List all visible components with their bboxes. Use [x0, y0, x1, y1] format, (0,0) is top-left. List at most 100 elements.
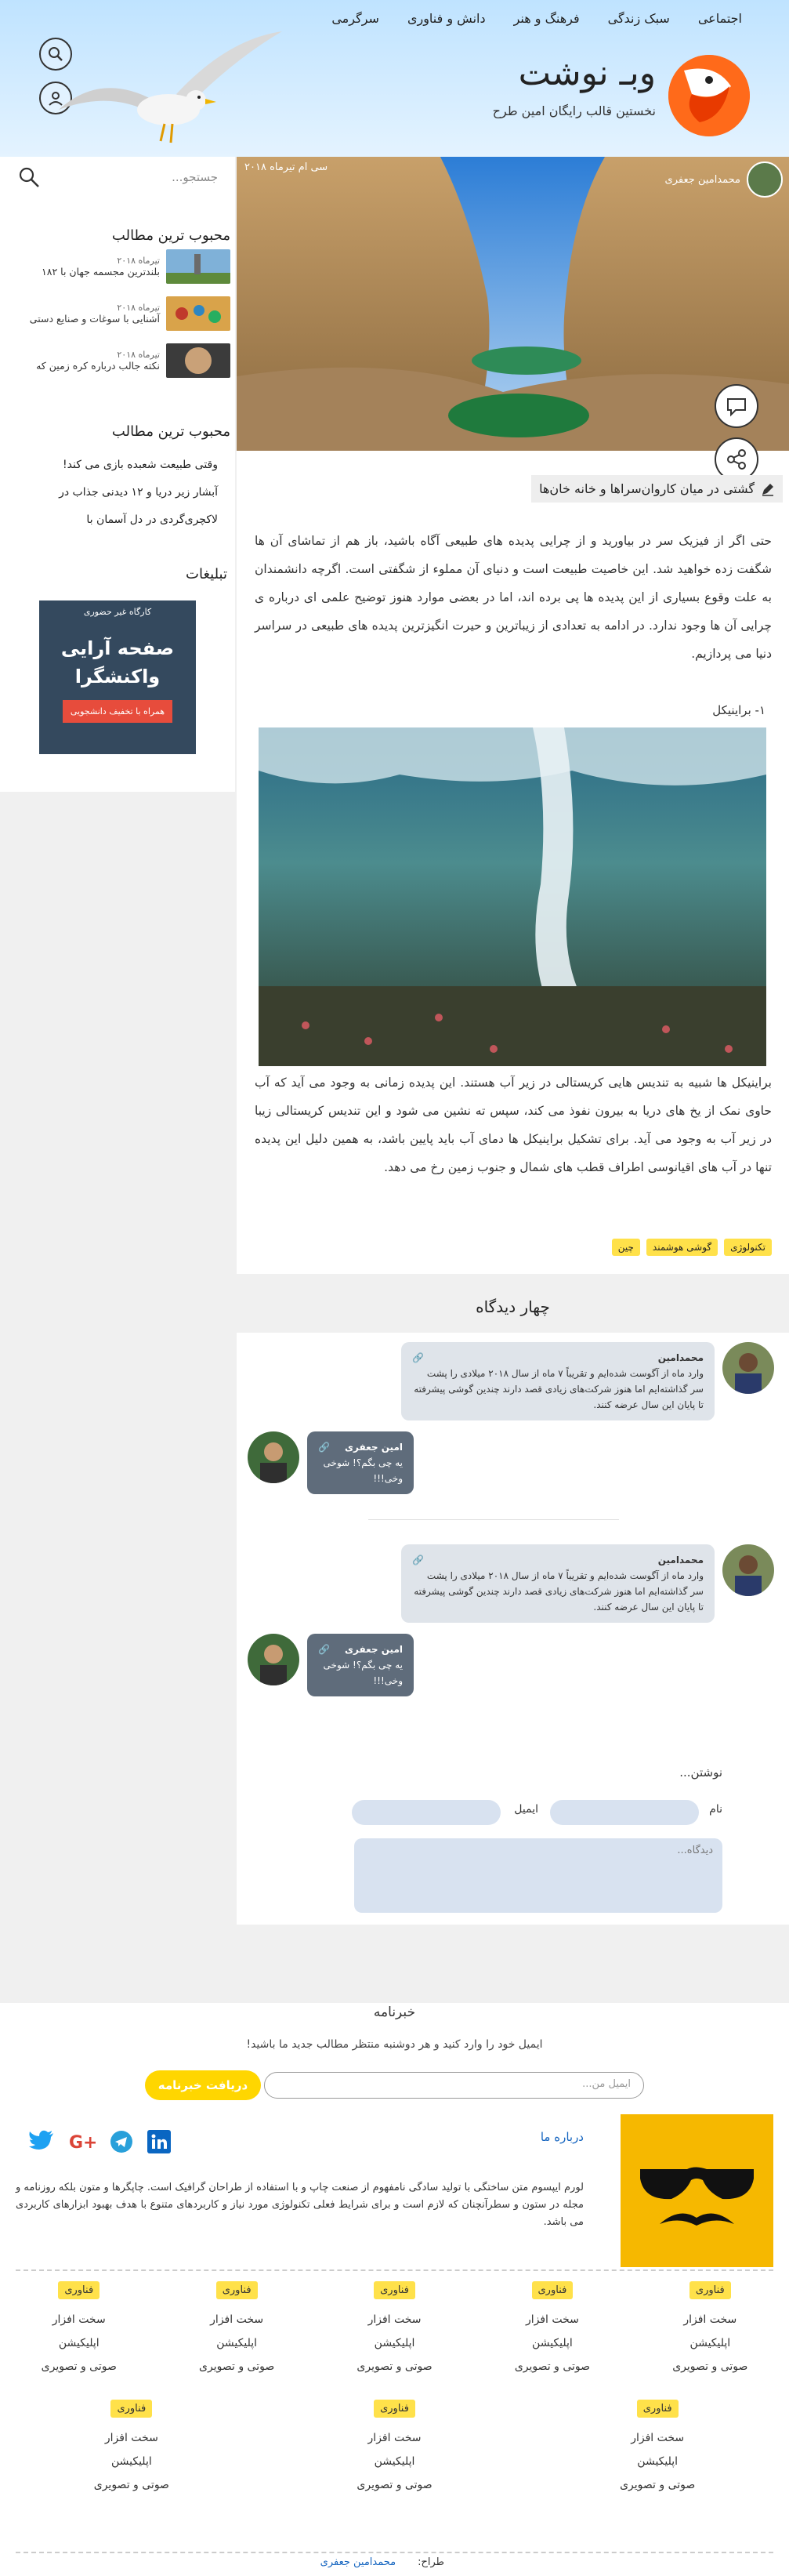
comment-textarea[interactable]: دیدگاه... [354, 1838, 722, 1913]
ad-banner[interactable]: کارگاه غیر حضوری صفحه آرایی واکنشگرا همر… [39, 600, 196, 754]
linkedin-icon[interactable] [147, 2130, 171, 2153]
footer-column: فناوری سخت افزار اپلیکیشن صوتی و تصویری [632, 2281, 788, 2384]
avatar[interactable] [722, 1342, 774, 1394]
footer-column-tag[interactable]: فناوری [58, 2281, 100, 2299]
name-field[interactable] [550, 1800, 699, 1825]
telegram-icon[interactable] [110, 2130, 133, 2153]
author-name[interactable]: محمدامین جعفری [665, 174, 740, 186]
post-thumbnail [166, 296, 230, 331]
footer-column-tag[interactable]: فناوری [636, 2400, 679, 2418]
footer-column-tag[interactable]: فناوری [689, 2281, 731, 2299]
footer-logo[interactable] [621, 2114, 773, 2267]
comment-icon[interactable] [715, 384, 758, 428]
avatar[interactable] [722, 1544, 774, 1596]
nav-item-social[interactable]: اجتماعی [698, 11, 742, 26]
newsletter-desc: ایمیل خود را وارد کنید و هر دوشنبه منتظر… [246, 2038, 543, 2051]
footer-column-tag[interactable]: فناوری [110, 2400, 153, 2418]
ad-button[interactable]: همراه با تخفیف دانشجویی [62, 700, 173, 723]
footer-link[interactable]: سخت افزار [579, 2432, 736, 2444]
post-title[interactable]: آشنایی با سوغات و صنایع دستی [30, 313, 160, 325]
link-icon[interactable]: 🔗 [412, 1552, 424, 1568]
footer-link[interactable]: سخت افزار [317, 2313, 473, 2326]
author-avatar[interactable] [747, 161, 783, 198]
comment-form-title: نوشتن... [679, 1765, 722, 1780]
footer-link[interactable]: صوتی و تصویری [317, 2360, 473, 2373]
footer-link[interactable]: سخت افزار [53, 2432, 210, 2444]
credit-name[interactable]: محمدامین جعفری [320, 2556, 396, 2568]
list-item[interactable]: تیرماه ۲۰۱۸ بلندترین مجسمه جهان با ۱۸۲ [3, 249, 230, 284]
nav-item-technology[interactable]: دانش و فناوری [407, 11, 486, 26]
post-title[interactable]: نکته جالب درباره کره زمین که [36, 360, 160, 372]
avatar[interactable] [248, 1431, 299, 1483]
footer-link[interactable]: اپلیکیشن [158, 2337, 315, 2349]
newsletter-email-input[interactable]: ایمیل من... [264, 2072, 644, 2099]
footer-link[interactable]: سخت افزار [317, 2432, 473, 2444]
link-icon[interactable]: 🔗 [318, 1642, 330, 1657]
avatar[interactable] [248, 1634, 299, 1685]
site-title[interactable]: وبـ نوشت [519, 53, 656, 93]
site-logo[interactable] [668, 55, 750, 136]
footer-link[interactable]: سخت افزار [474, 2313, 631, 2326]
footer-link[interactable]: اپلیکیشن [579, 2455, 736, 2468]
tag[interactable]: گوشی هوشمند [646, 1239, 718, 1256]
search-input[interactable]: جستجو... [172, 170, 218, 184]
footer-link[interactable]: صوتی و تصویری [632, 2360, 788, 2373]
footer-link[interactable]: سخت افزار [1, 2313, 157, 2326]
google-plus-icon[interactable]: G+ [69, 2130, 96, 2153]
nav-item-culture[interactable]: فرهنگ و هنر [514, 11, 580, 26]
comment-bubble: محمدامین 🔗 وارد ماه از آگوست شده‌ایم و ت… [401, 1544, 715, 1623]
footer-link[interactable]: اپلیکیشن [53, 2455, 210, 2468]
footer-link[interactable]: اپلیکیشن [317, 2455, 473, 2468]
footer-link[interactable]: اپلیکیشن [317, 2337, 473, 2349]
post-title-bar: گشتی در میان کاروان‌سراها و خانه خان‌ها [531, 475, 783, 503]
popular-link[interactable]: لاکچری‌گردی در دل آسمان با [86, 513, 218, 526]
footer-column-tag[interactable]: فناوری [215, 2281, 258, 2299]
comment-bubble: محمدامین 🔗 وارد ماه از آگوست شده‌ایم و ت… [401, 1342, 715, 1420]
footer-column-tag[interactable]: فناوری [531, 2281, 574, 2299]
footer-link[interactable]: صوتی و تصویری [158, 2360, 315, 2373]
nav-item-lifestyle[interactable]: سبک زندگی [608, 11, 670, 26]
footer-column-tag[interactable]: فناوری [374, 2281, 415, 2299]
comment-author: امین جعفری [345, 1442, 403, 1453]
newsletter-subscribe-button[interactable]: دریافت خبرنامه [145, 2070, 261, 2100]
post-thumbnail [166, 249, 230, 284]
footer-link[interactable]: سخت افزار [632, 2313, 788, 2326]
post-date: سی ام تیرماه ۲۰۱۸ [244, 161, 328, 173]
footer-link[interactable]: اپلیکیشن [1, 2337, 157, 2349]
tag[interactable]: چین [611, 1239, 640, 1256]
link-icon[interactable]: 🔗 [412, 1350, 424, 1366]
footer-link[interactable]: صوتی و تصویری [474, 2360, 631, 2373]
list-item[interactable]: تیرماه ۲۰۱۸ نکته جالب درباره کره زمین که [3, 343, 230, 378]
footer-link[interactable]: صوتی و تصویری [53, 2479, 210, 2491]
email-label: ایمیل [514, 1803, 538, 1816]
footer-link[interactable]: صوتی و تصویری [579, 2479, 736, 2491]
social-links: G+ [28, 2130, 171, 2153]
popular-link[interactable]: وقتی طبیعت شعبده بازی می کند! [63, 459, 218, 471]
footer-link[interactable]: اپلیکیشن [632, 2337, 788, 2349]
sidebar-search[interactable]: جستجو... [17, 165, 218, 190]
post-hero-image [237, 157, 789, 451]
footer-link[interactable]: اپلیکیشن [474, 2337, 631, 2349]
footer-link[interactable]: سخت افزار [158, 2313, 315, 2326]
post-tags: تکنولوژی گوشی هوشمند چین [611, 1239, 772, 1256]
comment-divider [368, 1519, 619, 1520]
footer-column-tag[interactable]: فناوری [374, 2400, 415, 2418]
popular-link[interactable]: آبشار زیر دریا و ۱۲ دیدنی جذاب در [59, 486, 218, 499]
tag[interactable]: تکنولوژی [724, 1239, 772, 1256]
pen-icon [762, 483, 773, 496]
list-item[interactable]: تیرماه ۲۰۱۸ آشنایی با سوغات و صنایع دستی [3, 296, 230, 331]
comment-author: محمدامین [657, 1352, 704, 1363]
email-field[interactable] [352, 1800, 501, 1825]
footer-link[interactable]: صوتی و تصویری [317, 2479, 473, 2491]
section-heading: ۱- براینیکل [712, 703, 765, 717]
post-body: براینیکل ها شبیه به تندیس هایی کریستالی … [255, 1076, 772, 1174]
nav-item-entertainment[interactable]: سرگرمی [331, 11, 379, 26]
footer-column: فناوری سخت افزار اپلیکیشن صوتی و تصویری [317, 2400, 473, 2502]
link-icon[interactable]: 🔗 [318, 1439, 330, 1455]
footer-divider [16, 2552, 773, 2553]
twitter-icon[interactable] [28, 2130, 55, 2153]
search-icon[interactable] [17, 165, 41, 189]
footer-link[interactable]: صوتی و تصویری [1, 2360, 157, 2373]
post-title[interactable]: بلندترین مجسمه جهان با ۱۸۲ [42, 266, 160, 278]
footer-column: فناوری سخت افزار اپلیکیشن صوتی و تصویری [158, 2281, 315, 2384]
